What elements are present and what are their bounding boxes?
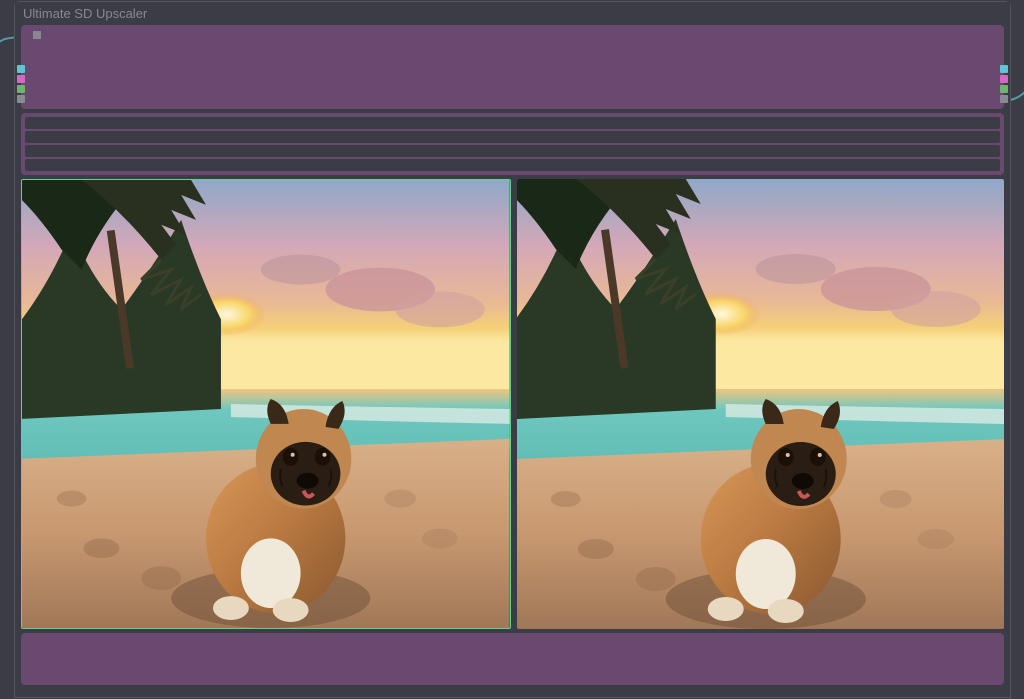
output-port-mask[interactable]	[1000, 85, 1008, 93]
preview-image-2[interactable]	[517, 179, 1005, 629]
image-preview-area	[21, 179, 1004, 629]
output-port-latent[interactable]	[1000, 75, 1008, 83]
output-port-info[interactable]	[1000, 95, 1008, 103]
output-ports	[1000, 65, 1008, 103]
param-row[interactable]	[25, 159, 1000, 171]
output-port-image[interactable]	[1000, 65, 1008, 73]
bottom-panel[interactable]	[21, 633, 1004, 685]
input-port-negative[interactable]	[17, 85, 25, 93]
param-row[interactable]	[25, 131, 1000, 143]
input-ports	[17, 65, 25, 103]
param-row[interactable]	[25, 117, 1000, 129]
input-port-positive[interactable]	[17, 75, 25, 83]
parameters-panel	[21, 113, 1004, 175]
node-title: Ultimate SD Upscaler	[15, 2, 1010, 25]
node-header-area[interactable]	[21, 25, 1004, 109]
preview-image-1[interactable]	[21, 179, 511, 629]
upscaler-node[interactable]: Ultimate SD Upscaler	[14, 1, 1011, 698]
param-row[interactable]	[25, 145, 1000, 157]
input-port-vae[interactable]	[17, 95, 25, 103]
input-port-model[interactable]	[17, 65, 25, 73]
collapse-toggle-icon[interactable]	[33, 31, 41, 39]
